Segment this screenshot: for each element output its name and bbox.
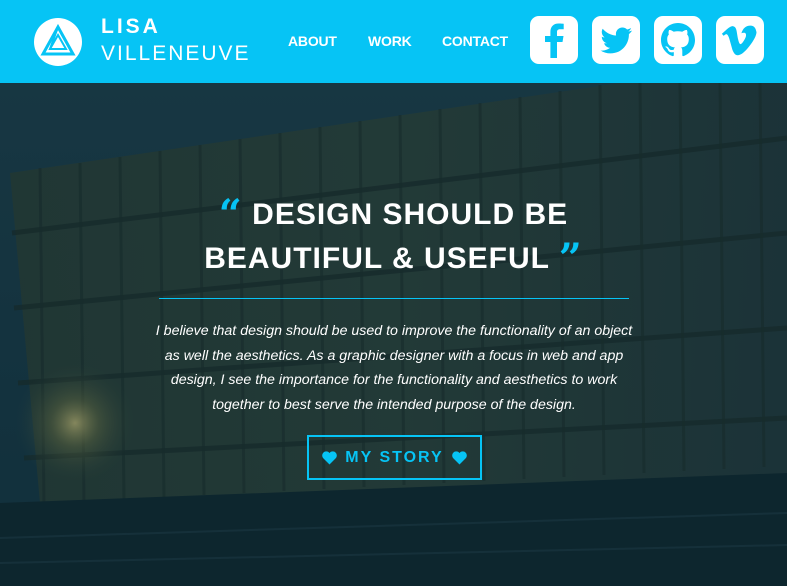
facebook-icon[interactable]	[530, 16, 578, 64]
twitter-icon[interactable]	[592, 16, 640, 64]
vimeo-icon[interactable]	[716, 16, 764, 64]
headline-divider	[159, 298, 629, 299]
triangle-logo-icon[interactable]	[34, 18, 82, 66]
nav-contact-link[interactable]: CONTACT	[442, 33, 508, 49]
site-header: LISA VILLENEUVE ABOUT WORK CONTACT	[0, 0, 787, 83]
my-story-button[interactable]: MY STORY	[307, 435, 482, 480]
headline-line-1: DESIGN SHOULD BE	[252, 198, 569, 231]
my-story-label: MY STORY	[345, 448, 444, 466]
github-icon[interactable]	[654, 16, 702, 64]
hero-intro-text: I believe that design should be used to …	[155, 323, 633, 413]
brand-first-name: LISA	[101, 15, 161, 38]
heart-icon	[322, 450, 338, 465]
hero-headline: “ DESIGN SHOULD BE BEAUTIFUL & USEFUL ”	[0, 193, 787, 281]
open-quote-icon: “	[218, 191, 243, 238]
nav-about-link[interactable]: ABOUT	[288, 33, 337, 49]
brand-last-name: VILLENEUVE	[101, 42, 251, 65]
close-quote-icon: ”	[558, 235, 583, 282]
hero-section: “ DESIGN SHOULD BE BEAUTIFUL & USEFUL ” …	[0, 83, 787, 586]
headline-line-2: BEAUTIFUL & USEFUL	[204, 242, 550, 275]
nav-work-link[interactable]: WORK	[368, 33, 412, 49]
heart-icon	[451, 450, 467, 465]
